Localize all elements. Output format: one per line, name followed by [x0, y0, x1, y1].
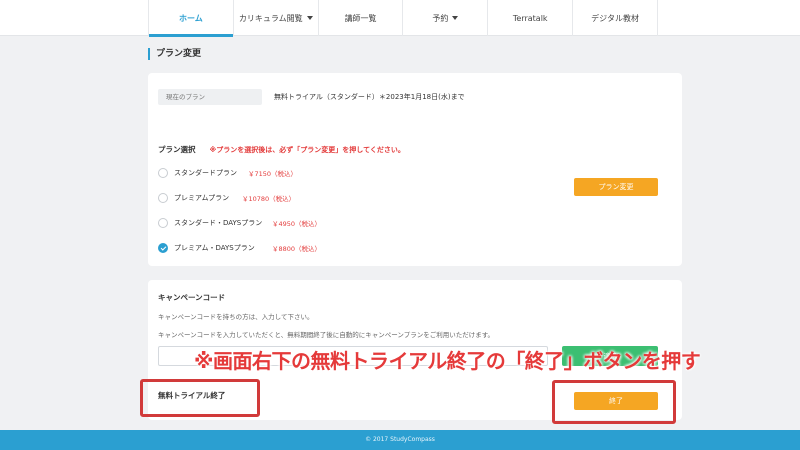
nav-item-terratalk[interactable]: Terratalk: [487, 0, 572, 36]
nav-item-booking-label: 予約: [432, 13, 449, 23]
plan-select-warning: ※プランを選択後は、必ず「プラン変更」を押してください。: [209, 146, 405, 154]
nav-item-curriculum[interactable]: カリキュラム閲覧: [232, 0, 318, 36]
plan-name: スタンダード・DAYSプラン: [174, 219, 263, 227]
nav-menu: ホーム カリキュラム閲覧 講師一覧 予約 Terratalk デジタル教材: [148, 0, 658, 37]
plan-price: ￥10780（税込）: [242, 195, 296, 203]
caret-down-icon: [306, 16, 313, 20]
nav-item-terratalk-label: Terratalk: [512, 13, 548, 23]
plan-name: プレミアムプラン: [174, 194, 230, 202]
nav-item-booking[interactable]: 予約: [402, 0, 487, 36]
nav-item-home[interactable]: ホーム: [148, 0, 233, 37]
annotation-text: ※画面右下の無料トライアル終了の「終了」ボタンを押す: [194, 349, 701, 373]
current-plan-label: 現在のプラン: [158, 89, 262, 105]
plan-card: 現在のプラン 無料トライアル（スタンダード）＊2023年1月18日(水)まで プ…: [148, 73, 682, 266]
campaign-code-description: キャンペーンコードを持ちの方は、入力して下さい。: [158, 313, 314, 321]
nav-item-home-label: ホーム: [179, 13, 203, 23]
plan-select-header: プラン選択 ※プランを選択後は、必ず「プラン変更」を押してください。: [158, 141, 405, 154]
highlight-box-end-button: [552, 380, 676, 424]
page-title: プラン変更: [148, 48, 201, 60]
radio-button[interactable]: [158, 168, 168, 178]
nav-item-teachers-label: 講師一覧: [344, 13, 377, 23]
nav-item-teachers[interactable]: 講師一覧: [317, 0, 403, 36]
plan-change-button[interactable]: プラン変更: [574, 178, 658, 196]
plan-price: ￥7150（税込）: [248, 170, 298, 178]
plan-name: プレミアム・DAYSプラン: [174, 244, 255, 252]
top-nav: ホーム カリキュラム閲覧 講師一覧 予約 Terratalk デジタル教材: [0, 0, 800, 37]
radio-button[interactable]: [158, 193, 168, 203]
plan-option-premium[interactable]: プレミアムプラン ￥10780（税込）: [158, 192, 295, 204]
caret-down-icon: [452, 16, 459, 20]
copyright-text: © 2017 StudyCompass: [365, 436, 435, 443]
plan-name: スタンダードプラン: [174, 169, 237, 177]
campaign-code-title: キャンペーンコード: [158, 293, 226, 302]
radio-button-checked[interactable]: [158, 243, 168, 253]
footer: © 2017 StudyCompass: [0, 430, 800, 450]
highlight-box-trial-end-label: [140, 379, 260, 417]
plan-option-premium-days[interactable]: プレミアム・DAYSプラン ￥8800（税込）: [158, 242, 321, 254]
current-plan-value: 無料トライアル（スタンダード）＊2023年1月18日(水)まで: [274, 93, 465, 101]
radio-button[interactable]: [158, 218, 168, 228]
nav-item-digital-materials-label: デジタル教材: [591, 13, 639, 23]
plan-price: ￥8800（税込）: [272, 245, 322, 253]
campaign-code-note: キャンペーンコードを入力していただくと、無料期間終了後に自動的にキャンペーンプラ…: [158, 331, 495, 339]
nav-item-curriculum-label: カリキュラム閲覧: [238, 13, 303, 23]
nav-item-digital-materials[interactable]: デジタル教材: [572, 0, 658, 36]
plan-option-standard-days[interactable]: スタンダード・DAYSプラン ￥4950（税込）: [158, 217, 321, 229]
plan-select-title: プラン選択: [158, 145, 196, 154]
plan-option-standard[interactable]: スタンダードプラン ￥7150（税込）: [158, 167, 297, 179]
plan-price: ￥4950（税込）: [272, 220, 322, 228]
